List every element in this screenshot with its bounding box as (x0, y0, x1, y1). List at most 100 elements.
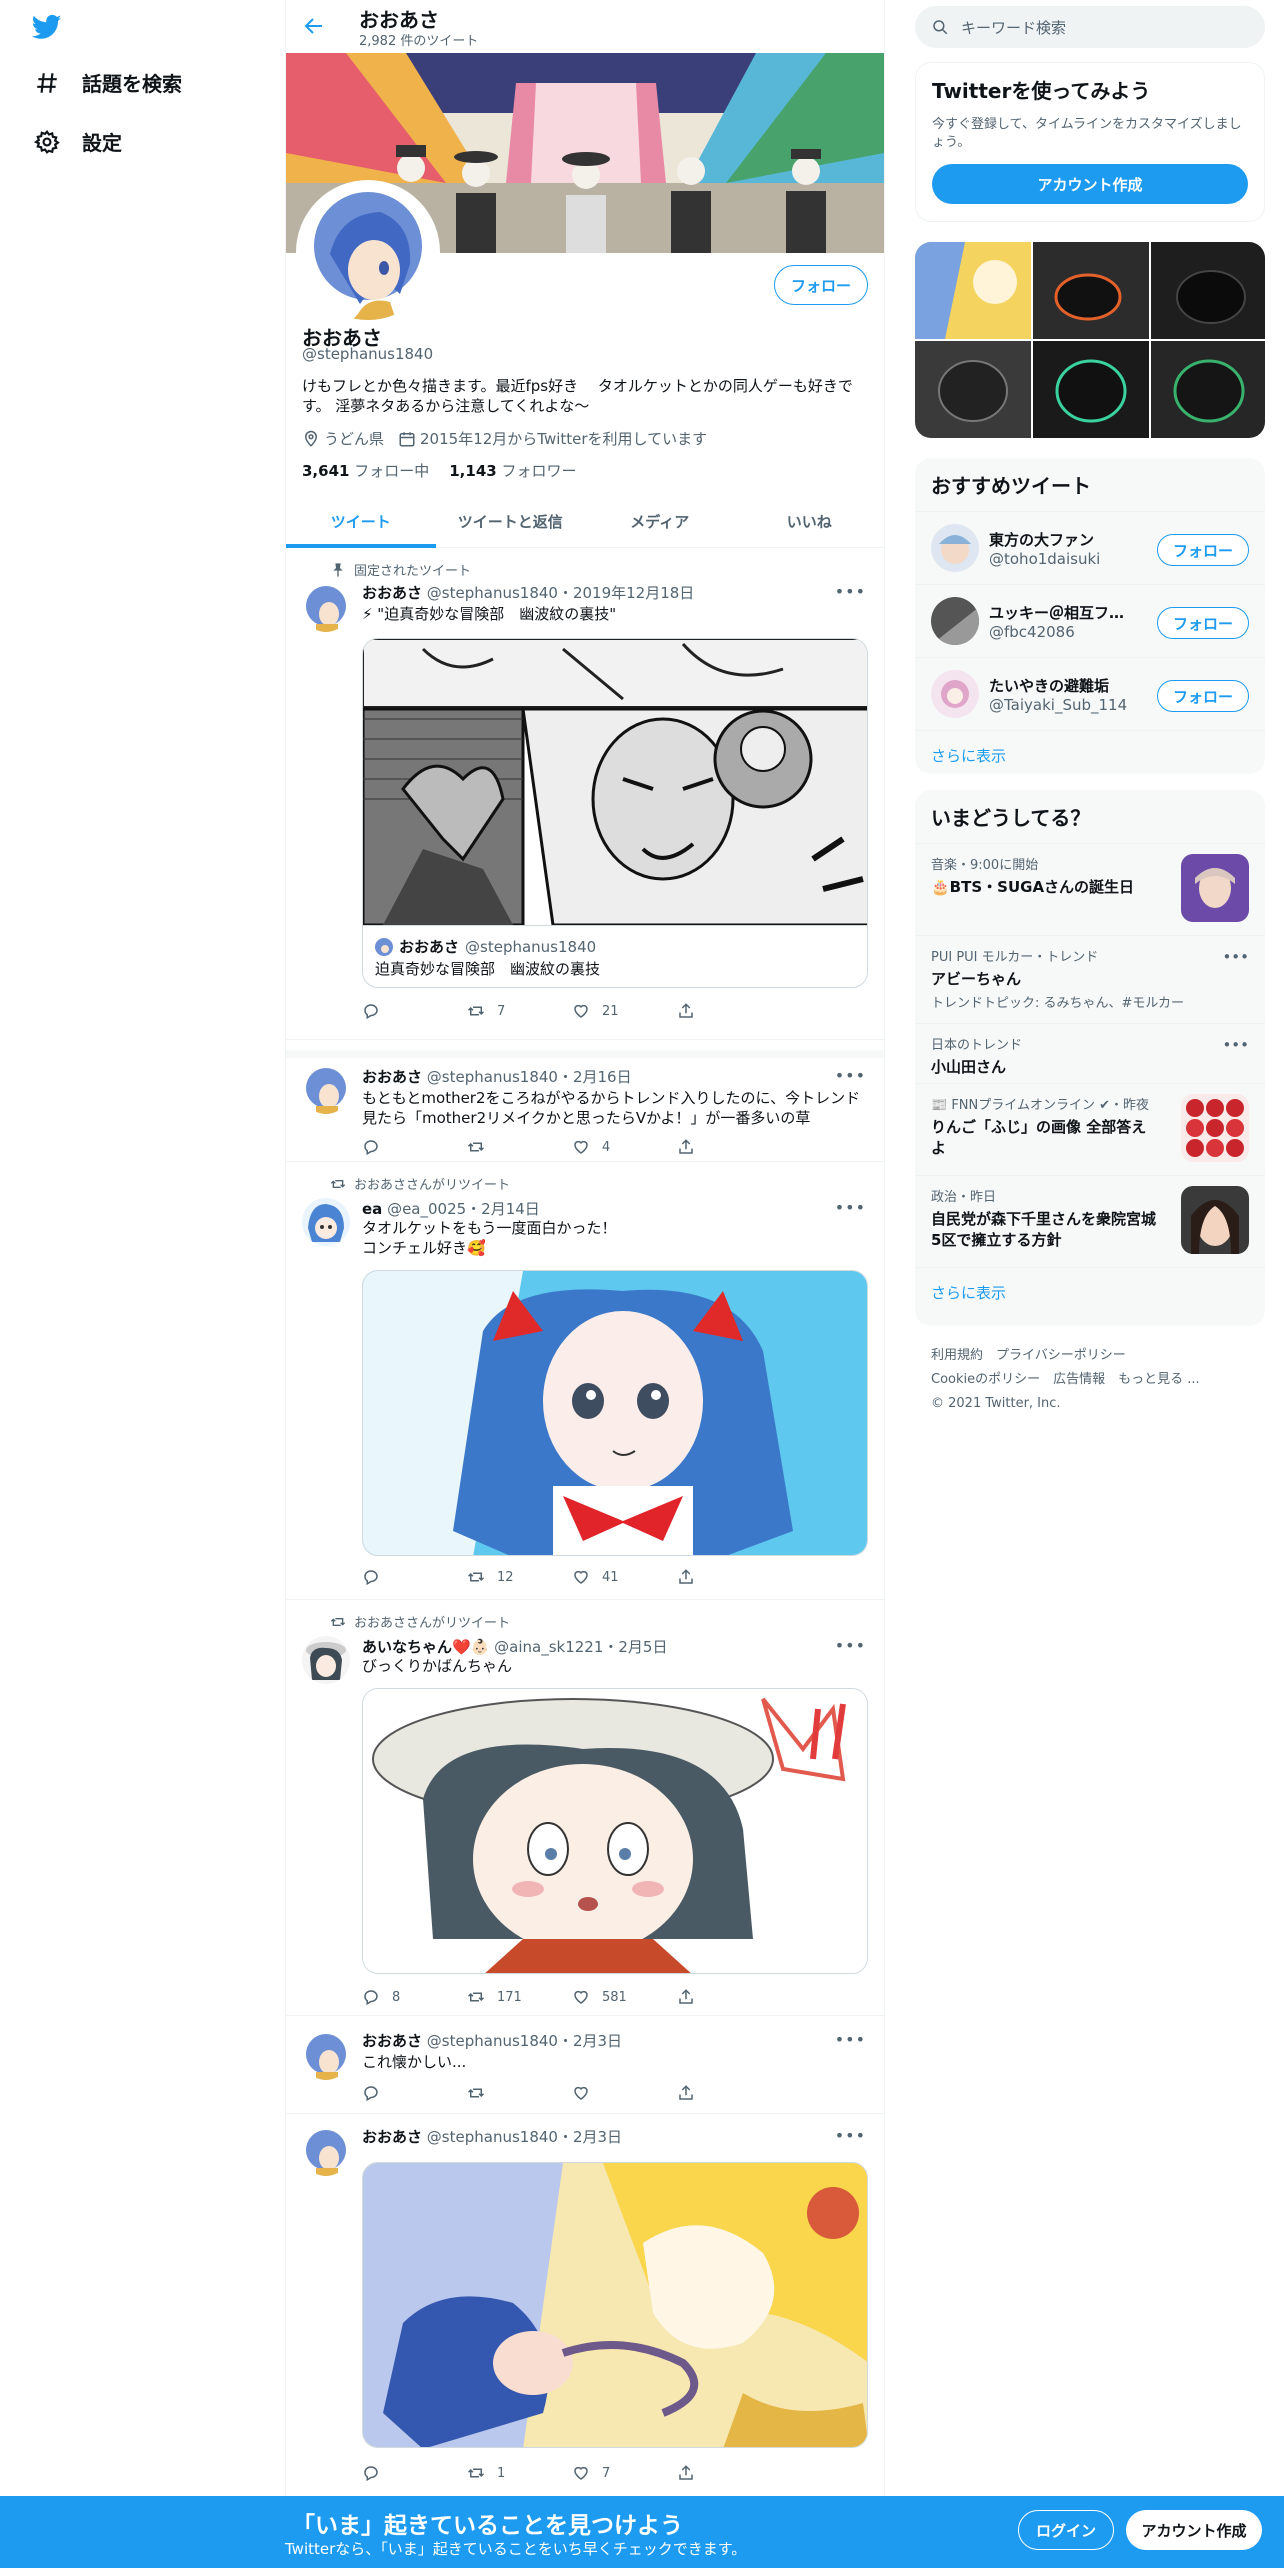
tab-likes[interactable]: いいね (735, 495, 885, 547)
like-button[interactable]: 581 (572, 1988, 677, 2006)
followers-link[interactable]: 1,143 フォロワー (449, 460, 576, 481)
more-options-icon[interactable]: ••• (835, 2126, 866, 2145)
follow-button[interactable]: フォロー (1157, 680, 1249, 712)
retweet-icon (467, 2468, 485, 2478)
create-account-button[interactable]: アカウント作成 (932, 164, 1248, 204)
tweet[interactable]: おおあさ @stephanus1840・2月16日 ••• もともとmother… (286, 1050, 884, 1162)
footer-links: 利用規約 プライバシーポリシー Cookieのポリシー 広告情報 もっと見る .… (931, 1344, 1251, 1416)
tweet-header: あいなちゃん❤️👶🏻 @aina_sk1221・2月5日 (362, 1638, 668, 1656)
share-button[interactable] (677, 2464, 782, 2482)
who-to-follow-item[interactable]: たいやきの避難垢 @Taiyaki_Sub_114 フォロー (915, 657, 1265, 730)
like-button[interactable] (572, 2084, 677, 2102)
show-more-link[interactable]: さらに表示 (915, 730, 1265, 774)
tweet[interactable]: おおあささんがリツイート あいなちゃん❤️👶🏻 @aina_sk1221・2月5… (286, 1600, 884, 2016)
tweet[interactable]: 固定されたツイート おおあさ @stephanus1840・2019年12月18… (286, 550, 884, 1040)
more-options-icon[interactable]: ••• (1222, 948, 1249, 966)
reply-icon (364, 1004, 378, 1020)
media-thumb[interactable] (1033, 242, 1149, 339)
avatar[interactable] (302, 1198, 350, 1246)
follow-button[interactable]: フォロー (1157, 607, 1249, 639)
quote-tweet-card[interactable]: おおあさ @stephanus1840 迫真奇妙な冒険部 幽波紋の裏技 (362, 638, 868, 988)
more-options-icon[interactable]: ••• (835, 582, 866, 601)
profile-avatar[interactable] (296, 180, 440, 324)
trend-item[interactable]: 政治・昨日 自民党が森下千里さんを衆院宮城5区で擁立する方針 (915, 1175, 1265, 1267)
tweet[interactable]: おおあさ @stephanus1840・2月3日 ••• これ懐かしい... (286, 2016, 884, 2114)
more-options-icon[interactable]: ••• (835, 1198, 866, 1217)
avatar[interactable] (302, 1636, 350, 1684)
follow-button[interactable]: フォロー (774, 265, 868, 305)
like-button[interactable]: 21 (572, 1002, 677, 1020)
trend-item[interactable]: 音楽・9:00に開始 🎂BTS・SUGAさんの誕生日 (915, 843, 1265, 935)
login-button[interactable]: ログイン (1018, 2510, 1114, 2550)
more-options-icon[interactable]: ••• (835, 1636, 866, 1655)
retweet-button[interactable]: 12 (467, 1568, 572, 1586)
share-button[interactable] (677, 1988, 782, 2006)
trend-item[interactable]: 日本のトレンド 小山田さん ••• (915, 1023, 1265, 1083)
like-button[interactable]: 4 (572, 1138, 677, 1156)
tweet-header: おおあさ @stephanus1840・2019年12月18日 (362, 584, 695, 602)
reply-button[interactable] (362, 2464, 467, 2482)
more-options-icon[interactable]: ••• (835, 1066, 866, 1085)
follow-button[interactable]: フォロー (1157, 534, 1249, 566)
share-button[interactable] (677, 1002, 782, 1020)
footer-line[interactable]: 利用規約 プライバシーポリシー (931, 1344, 1251, 1368)
media-thumb[interactable] (915, 242, 1031, 339)
avatar[interactable] (302, 2128, 350, 2176)
heart-icon (574, 1990, 588, 2004)
trend-item[interactable]: 📰 FNNプライムオンライン ✔・昨夜 りんご「ふじ」の画像 全部答えよ (915, 1083, 1265, 1175)
reply-button[interactable] (362, 2084, 467, 2102)
retweet-context: おおあささんがリツイート (330, 1174, 510, 1193)
reply-button[interactable] (362, 1002, 467, 1020)
avatar[interactable] (302, 1066, 350, 1114)
tweet[interactable]: おおあささんがリツイート ea @ea_0025・2月14日 ••• タオルケッ… (286, 1162, 884, 1600)
retweet-button[interactable]: 1 (467, 2464, 572, 2482)
tweet-image[interactable] (362, 1688, 868, 1974)
nav-settings[interactable]: 設定 (34, 127, 122, 156)
share-button[interactable] (677, 1568, 782, 1586)
profile-tabs: ツイート ツイートと返信 メディア いいね (286, 495, 884, 548)
like-button[interactable]: 41 (572, 1568, 677, 1586)
reply-button[interactable]: 8 (362, 1988, 467, 2006)
main-column: おおあさ 2,982 件のツイート フォロー おおあさ @stephanus18… (285, 0, 885, 2496)
retweet-button[interactable] (467, 2084, 572, 2102)
share-button[interactable] (677, 1138, 782, 1156)
share-button[interactable] (677, 2084, 782, 2102)
reply-button[interactable] (362, 1568, 467, 1586)
retweet-button[interactable]: 171 (467, 1988, 572, 2006)
media-thumb[interactable] (1151, 341, 1265, 438)
media-thumb[interactable] (1151, 242, 1265, 339)
tweet[interactable]: おおあさ @stephanus1840・2月3日 ••• 1 7 (286, 2114, 884, 2496)
banner-subtitle: Twitterなら、「いま」起きていることをいち早くチェックできます。 (285, 2540, 747, 2558)
quote-text: 迫真奇妙な冒険部 幽波紋の裏技 (375, 960, 601, 978)
tab-media[interactable]: メディア (585, 495, 735, 547)
tweet-image[interactable] (362, 1270, 868, 1556)
reply-button[interactable] (362, 1138, 467, 1156)
retweet-button[interactable]: 7 (467, 1002, 572, 1020)
location-pin-icon (304, 430, 318, 447)
footer-line[interactable]: Cookieのポリシー 広告情報 もっと見る ... (931, 1368, 1251, 1392)
profile-handle: @stephanus1840 (302, 345, 434, 363)
more-options-icon[interactable]: ••• (835, 2030, 866, 2049)
tab-tweets-replies[interactable]: ツイートと返信 (436, 495, 586, 547)
show-more-link[interactable]: さらに表示 (915, 1267, 1265, 1317)
signup-button[interactable]: アカウント作成 (1126, 2510, 1262, 2550)
tab-tweets[interactable]: ツイート (286, 495, 436, 548)
avatar[interactable] (302, 2032, 350, 2080)
twitter-logo-icon[interactable] (30, 12, 64, 42)
tweet-header: おおあさ @stephanus1840・2月16日 (362, 1068, 632, 1086)
who-to-follow-item[interactable]: 東方の大ファン @toho1daisuki フォロー (915, 511, 1265, 584)
retweet-button[interactable] (467, 1138, 572, 1156)
who-to-follow-item[interactable]: ユッキー＠相互フォ... @fbc42086 フォロー (915, 584, 1265, 657)
tweet-image[interactable] (362, 2162, 868, 2448)
media-thumb[interactable] (1033, 341, 1149, 438)
avatar[interactable] (302, 584, 350, 632)
like-button[interactable]: 7 (572, 2464, 677, 2482)
back-arrow-icon[interactable] (302, 14, 326, 38)
nav-explore[interactable]: 話題を検索 (34, 68, 182, 97)
search-input[interactable]: キーワード検索 (915, 6, 1265, 48)
trend-item[interactable]: PUI PUI モルカー・トレンド アビーちゃん トレンドトピック: るみちゃん… (915, 935, 1265, 1023)
more-options-icon[interactable]: ••• (1222, 1036, 1249, 1054)
following-link[interactable]: 3,641 フォロー中 (302, 460, 429, 481)
media-thumb[interactable] (915, 341, 1031, 438)
quote-tweet-body: おおあさ @stephanus1840 迫真奇妙な冒険部 幽波紋の裏技 (363, 925, 867, 987)
